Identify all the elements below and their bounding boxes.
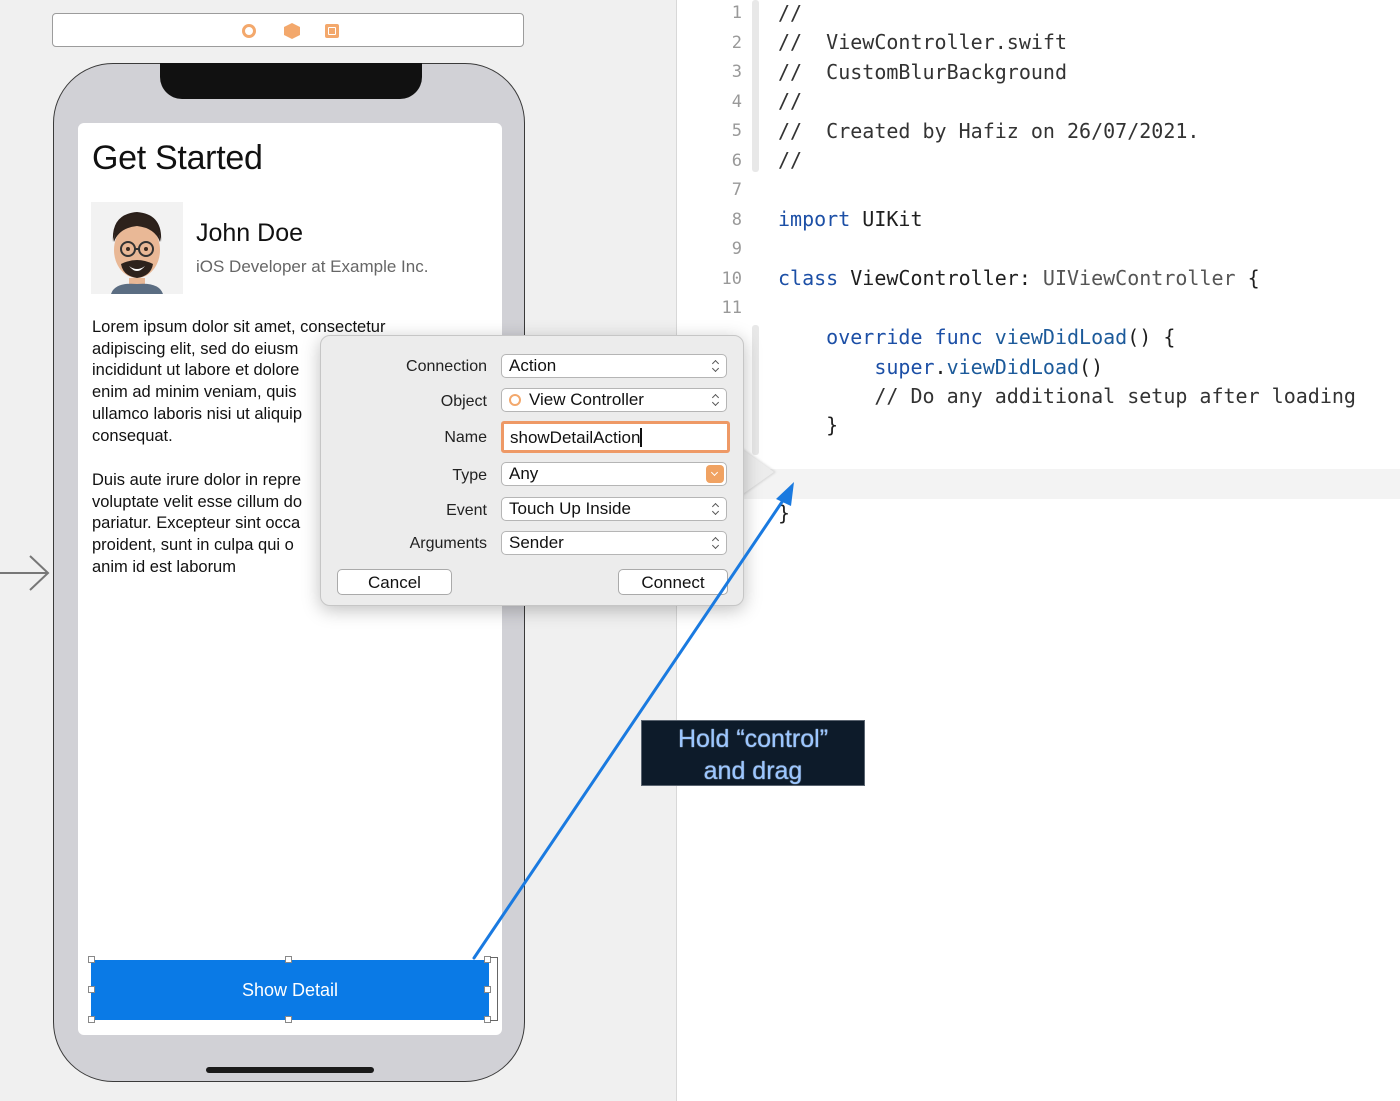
code-line[interactable]: //: [778, 89, 802, 113]
line-number: 2: [731, 33, 742, 53]
memoji-avatar-icon: [111, 212, 163, 294]
type-value: Any: [509, 464, 539, 483]
code-line[interactable]: override func viewDidLoad() {: [778, 325, 1175, 349]
object-select[interactable]: View Controller: [501, 388, 727, 412]
code-line[interactable]: super.viewDidLoad(): [778, 355, 1103, 379]
arguments-label: Arguments: [409, 535, 487, 552]
code-line[interactable]: class ViewController: UIViewController {: [778, 266, 1260, 290]
instruction-callout: Hold “control” and drag: [641, 720, 865, 786]
type-combo[interactable]: Any: [501, 462, 727, 486]
object-value: View Controller: [529, 390, 644, 409]
code-line[interactable]: //: [778, 1, 802, 25]
view-controller-icon[interactable]: [242, 24, 256, 38]
resize-handle[interactable]: [88, 986, 95, 993]
function-name: viewDidLoad: [946, 355, 1080, 379]
first-responder-icon[interactable]: [284, 23, 300, 39]
line-number: 7: [731, 180, 742, 200]
show-detail-button[interactable]: Show Detail: [91, 960, 489, 1020]
action-name-input[interactable]: showDetailAction: [501, 421, 730, 453]
punctuation: (): [1079, 355, 1104, 379]
action-name-value: showDetailAction: [510, 428, 641, 447]
identifier: UIKit: [850, 207, 923, 231]
punctuation: .: [934, 355, 947, 379]
keyword: class: [778, 266, 839, 290]
event-label: Event: [446, 502, 487, 519]
resize-handle[interactable]: [88, 1016, 95, 1023]
line-number: 8: [731, 210, 742, 230]
line-number: 1: [731, 3, 742, 23]
code-line[interactable]: // CustomBlurBackground: [778, 60, 1067, 84]
code-line[interactable]: import UIKit: [778, 207, 923, 231]
connection-select[interactable]: Action: [501, 354, 727, 378]
code-line[interactable]: // Created by Hafiz on 26/07/2021.: [778, 119, 1199, 143]
current-line-highlight: [677, 469, 1400, 499]
gutter-change-bar: [752, 325, 759, 455]
cancel-button[interactable]: Cancel: [337, 569, 452, 595]
line-number: 9: [731, 239, 742, 259]
entry-point-arrow-icon[interactable]: [0, 553, 52, 593]
keyword: super: [874, 355, 935, 379]
keyword: func: [934, 325, 983, 349]
line-number: 11: [721, 298, 742, 318]
notch: [160, 63, 422, 99]
resize-handle[interactable]: [285, 956, 292, 963]
name-label: Name: [444, 429, 487, 446]
chevron-down-icon[interactable]: [706, 465, 724, 483]
line-number: 3: [731, 62, 742, 82]
scene-dock: [52, 13, 524, 47]
chevron-updown-icon: [711, 394, 719, 406]
keyword: import: [778, 207, 851, 231]
code-line[interactable]: }: [778, 501, 790, 525]
keyword: override: [826, 325, 923, 349]
chevron-updown-icon: [711, 503, 719, 515]
type-name: UIViewController: [1042, 266, 1236, 290]
line-number: 4: [731, 92, 742, 112]
connection-label: Connection: [406, 358, 487, 375]
page-title[interactable]: Get Started: [92, 139, 263, 178]
chevron-updown-icon: [711, 537, 719, 549]
code-line[interactable]: // Do any additional setup after loading: [778, 384, 1356, 408]
function-name: viewDidLoad: [982, 325, 1128, 349]
profile-subtitle[interactable]: iOS Developer at Example Inc.: [196, 257, 428, 277]
popover-arrow: [740, 448, 774, 496]
punctuation: {: [1235, 266, 1260, 290]
arguments-value: Sender: [509, 533, 564, 552]
resize-handle[interactable]: [88, 956, 95, 963]
code-line[interactable]: //: [778, 148, 802, 172]
line-number: 10: [721, 269, 742, 289]
resize-handle[interactable]: [285, 1016, 292, 1023]
profile-name[interactable]: John Doe: [196, 219, 303, 248]
type-label: Type: [452, 467, 487, 484]
connection-value: Action: [509, 356, 557, 375]
code-line[interactable]: }: [778, 413, 838, 437]
line-number: 6: [731, 151, 742, 171]
arguments-select[interactable]: Sender: [501, 531, 727, 555]
home-indicator: [206, 1067, 374, 1073]
event-value: Touch Up Inside: [509, 499, 631, 518]
code-line[interactable]: // ViewController.swift: [778, 30, 1067, 54]
event-select[interactable]: Touch Up Inside: [501, 497, 727, 521]
avatar[interactable]: [91, 202, 183, 294]
connect-button[interactable]: Connect: [618, 569, 728, 595]
gutter-change-bar: [752, 0, 759, 172]
size-bracket: [490, 957, 498, 1021]
connection-popover: Connection Action Object View Controller…: [320, 335, 744, 606]
chevron-updown-icon: [711, 360, 719, 372]
identifier: ViewController:: [838, 266, 1043, 290]
view-controller-icon: [509, 394, 521, 406]
punctuation: () {: [1127, 325, 1176, 349]
object-label: Object: [440, 393, 487, 410]
exit-icon[interactable]: [325, 24, 339, 38]
line-number: 5: [731, 121, 742, 141]
